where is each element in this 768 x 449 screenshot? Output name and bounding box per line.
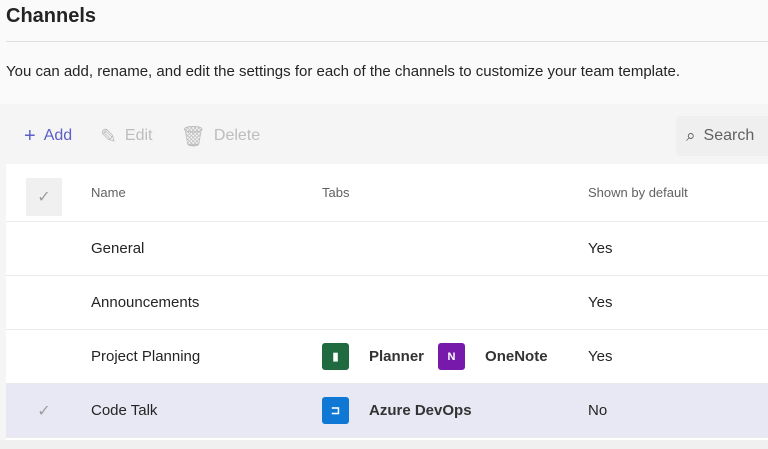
edit-button[interactable]: ✎ Edit — [100, 124, 152, 149]
azure-devops-icon: ⊐ — [322, 397, 349, 424]
table-row[interactable]: General Yes — [6, 222, 768, 276]
column-tabs[interactable]: Tabs — [322, 185, 349, 200]
select-all-checkbox[interactable]: ✓ — [26, 178, 62, 216]
tab-name: Planner — [369, 348, 424, 365]
search-box[interactable]: ⌕ Search — [676, 116, 768, 156]
add-button[interactable]: + Add — [24, 125, 72, 148]
shown-by-default: Yes — [588, 240, 612, 257]
footer-area — [0, 440, 768, 449]
tab-name: Azure DevOps — [369, 402, 472, 419]
row-checkbox[interactable] — [26, 284, 62, 322]
channels-table: ✓ Name Tabs Shown by default General Yes… — [6, 164, 768, 440]
table-header: ✓ Name Tabs Shown by default — [6, 164, 768, 222]
channel-tabs: ▮ Planner N OneNote — [322, 343, 562, 370]
tab-name: OneNote — [485, 348, 548, 365]
page-description: You can add, rename, and edit the settin… — [6, 63, 680, 80]
channel-name: Announcements — [91, 294, 199, 311]
pencil-icon: ✎ — [100, 124, 117, 149]
channel-tabs: ⊐ Azure DevOps — [322, 397, 486, 424]
table-row[interactable]: ✓ Code Talk ⊐ Azure DevOps No — [6, 384, 768, 438]
delete-label: Delete — [214, 127, 260, 145]
page-title: Channels — [6, 5, 96, 28]
shown-by-default: Yes — [588, 348, 612, 365]
row-checkbox[interactable] — [26, 338, 62, 376]
delete-button[interactable]: 🗑 Delete — [181, 124, 261, 149]
row-checkbox[interactable] — [26, 230, 62, 268]
toolbar: + Add ✎ Edit 🗑 Delete ⌕ Search — [6, 108, 768, 164]
divider — [6, 41, 768, 42]
column-name[interactable]: Name — [91, 185, 126, 200]
shown-by-default: No — [588, 402, 607, 419]
planner-icon: ▮ — [322, 343, 349, 370]
channel-name: Code Talk — [91, 402, 157, 419]
search-label: Search — [704, 127, 755, 145]
edit-label: Edit — [125, 127, 153, 145]
shown-by-default: Yes — [588, 294, 612, 311]
add-label: Add — [44, 127, 72, 145]
header-area — [0, 0, 768, 104]
table-row[interactable]: Announcements Yes — [6, 276, 768, 330]
trash-icon: 🗑 — [181, 124, 206, 149]
column-shown[interactable]: Shown by default — [588, 185, 688, 200]
onenote-icon: N — [438, 343, 465, 370]
channel-name: Project Planning — [91, 348, 200, 365]
row-checkbox[interactable]: ✓ — [26, 392, 62, 430]
channel-name: General — [91, 240, 144, 257]
plus-icon: + — [24, 125, 36, 148]
table-row[interactable]: Project Planning ▮ Planner N OneNote Yes — [6, 330, 768, 384]
search-icon: ⌕ — [686, 126, 696, 146]
